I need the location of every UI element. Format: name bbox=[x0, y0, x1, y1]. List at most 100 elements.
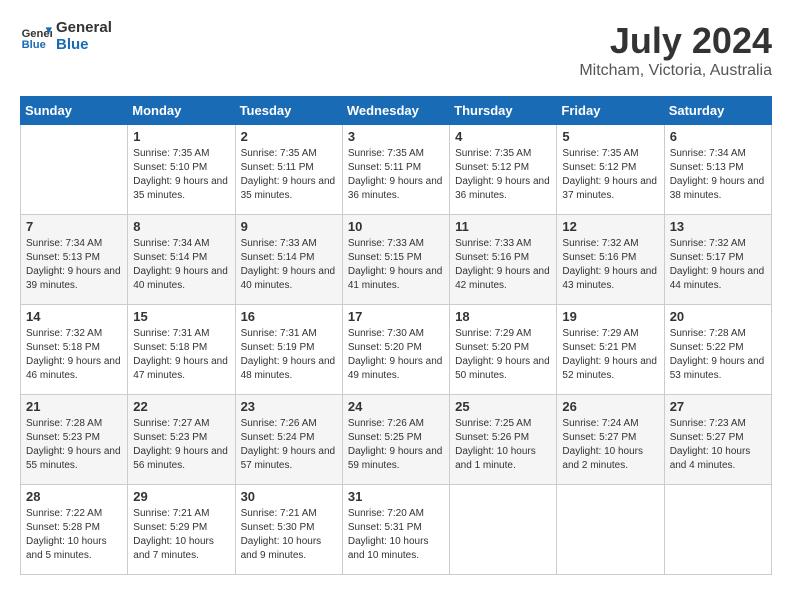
cell-info: Sunrise: 7:32 AMSunset: 5:17 PMDaylight:… bbox=[670, 237, 766, 293]
col-tuesday: Tuesday bbox=[235, 97, 342, 125]
cell-w1-d2: 1 Sunrise: 7:35 AMSunset: 5:10 PMDaylight… bbox=[128, 125, 235, 215]
day-number: 27 bbox=[670, 399, 766, 414]
day-number: 25 bbox=[455, 399, 551, 414]
cell-w5-d4: 31Sunrise: 7:20 AMSunset: 5:31 PMDayligh… bbox=[342, 485, 449, 575]
cell-w1-d7: 6 Sunrise: 7:34 AMSunset: 5:13 PMDaylight… bbox=[664, 125, 771, 215]
cell-w3-d5: 18Sunrise: 7:29 AMSunset: 5:20 PMDayligh… bbox=[450, 305, 557, 395]
day-number: 15 bbox=[133, 309, 229, 324]
logo: General Blue General Blue bbox=[20, 20, 112, 53]
day-number: 4 bbox=[455, 129, 551, 144]
title-area: July 2024 Mitcham, Victoria, Australia bbox=[579, 20, 772, 80]
header-row: Sunday Monday Tuesday Wednesday Thursday… bbox=[21, 97, 772, 125]
cell-info: Sunrise: 7:27 AMSunset: 5:23 PMDaylight:… bbox=[133, 417, 229, 473]
cell-w5-d2: 29 Sunrise: 7:21 AMSunset: 5:29 PMDayligh… bbox=[128, 485, 235, 575]
cell-info: Sunrise: 7:23 AMSunset: 5:27 PMDaylight:… bbox=[670, 417, 766, 473]
day-number: 1 bbox=[133, 129, 229, 144]
cell-w4-d2: 22 Sunrise: 7:27 AMSunset: 5:23 PMDayligh… bbox=[128, 395, 235, 485]
cell-w1-d1 bbox=[21, 125, 128, 215]
week-row-1: 1 Sunrise: 7:35 AMSunset: 5:10 PMDaylight… bbox=[21, 125, 772, 215]
cell-info: Sunrise: 7:29 AMSunset: 5:21 PMDaylight:… bbox=[562, 327, 658, 383]
day-number: 16 bbox=[241, 309, 337, 324]
cell-w1-d3: 2 Sunrise: 7:35 AMSunset: 5:11 PMDaylight… bbox=[235, 125, 342, 215]
cell-w3-d2: 15Sunrise: 7:31 AMSunset: 5:18 PMDayligh… bbox=[128, 305, 235, 395]
col-sunday: Sunday bbox=[21, 97, 128, 125]
day-number: 11 bbox=[455, 219, 551, 234]
day-number: 30 bbox=[241, 489, 337, 504]
cell-w2-d7: 13 Sunrise: 7:32 AMSunset: 5:17 PMDayligh… bbox=[664, 215, 771, 305]
day-number: 7 bbox=[26, 219, 122, 234]
cell-info: Sunrise: 7:32 AMSunset: 5:18 PMDaylight:… bbox=[26, 327, 122, 383]
col-saturday: Saturday bbox=[664, 97, 771, 125]
day-number: 23 bbox=[241, 399, 337, 414]
day-number: 20 bbox=[670, 309, 766, 324]
col-wednesday: Wednesday bbox=[342, 97, 449, 125]
cell-info: Sunrise: 7:31 AMSunset: 5:19 PMDaylight:… bbox=[241, 327, 337, 383]
week-row-4: 21Sunrise: 7:28 AMSunset: 5:23 PMDayligh… bbox=[21, 395, 772, 485]
cell-w3-d3: 16 Sunrise: 7:31 AMSunset: 5:19 PMDayligh… bbox=[235, 305, 342, 395]
cell-info: Sunrise: 7:25 AMSunset: 5:26 PMDaylight:… bbox=[455, 417, 551, 473]
calendar-table: Sunday Monday Tuesday Wednesday Thursday… bbox=[20, 96, 772, 575]
cell-w1-d4: 3Sunrise: 7:35 AMSunset: 5:11 PMDaylight… bbox=[342, 125, 449, 215]
logo-general: General bbox=[56, 20, 112, 37]
cell-info: Sunrise: 7:34 AMSunset: 5:13 PMDaylight:… bbox=[670, 147, 766, 203]
cell-w3-d1: 14 Sunrise: 7:32 AMSunset: 5:18 PMDayligh… bbox=[21, 305, 128, 395]
col-thursday: Thursday bbox=[450, 97, 557, 125]
cell-w5-d7 bbox=[664, 485, 771, 575]
cell-w2-d4: 10 Sunrise: 7:33 AMSunset: 5:15 PMDayligh… bbox=[342, 215, 449, 305]
day-number: 2 bbox=[241, 129, 337, 144]
cell-info: Sunrise: 7:28 AMSunset: 5:23 PMDaylight:… bbox=[26, 417, 122, 473]
cell-w4-d4: 24Sunrise: 7:26 AMSunset: 5:25 PMDayligh… bbox=[342, 395, 449, 485]
day-number: 17 bbox=[348, 309, 444, 324]
cell-w1-d6: 5Sunrise: 7:35 AMSunset: 5:12 PMDaylight… bbox=[557, 125, 664, 215]
cell-w2-d3: 9 Sunrise: 7:33 AMSunset: 5:14 PMDaylight… bbox=[235, 215, 342, 305]
cell-w3-d6: 19 Sunrise: 7:29 AMSunset: 5:21 PMDayligh… bbox=[557, 305, 664, 395]
cell-info: Sunrise: 7:35 AMSunset: 5:10 PMDaylight:… bbox=[133, 147, 229, 203]
cell-info: Sunrise: 7:35 AMSunset: 5:12 PMDaylight:… bbox=[562, 147, 658, 203]
day-number: 26 bbox=[562, 399, 658, 414]
cell-info: Sunrise: 7:34 AMSunset: 5:14 PMDaylight:… bbox=[133, 237, 229, 293]
cell-info: Sunrise: 7:33 AMSunset: 5:14 PMDaylight:… bbox=[241, 237, 337, 293]
day-number: 3 bbox=[348, 129, 444, 144]
cell-w5-d5 bbox=[450, 485, 557, 575]
day-number: 31 bbox=[348, 489, 444, 504]
cell-w1-d5: 4 Sunrise: 7:35 AMSunset: 5:12 PMDaylight… bbox=[450, 125, 557, 215]
day-number: 8 bbox=[133, 219, 229, 234]
cell-w4-d7: 27 Sunrise: 7:23 AMSunset: 5:27 PMDayligh… bbox=[664, 395, 771, 485]
svg-text:Blue: Blue bbox=[22, 39, 46, 51]
cell-info: Sunrise: 7:35 AMSunset: 5:12 PMDaylight:… bbox=[455, 147, 551, 203]
day-number: 13 bbox=[670, 219, 766, 234]
day-number: 19 bbox=[562, 309, 658, 324]
cell-info: Sunrise: 7:35 AMSunset: 5:11 PMDaylight:… bbox=[241, 147, 337, 203]
cell-info: Sunrise: 7:21 AMSunset: 5:29 PMDaylight:… bbox=[133, 507, 229, 563]
cell-w4-d6: 26 Sunrise: 7:24 AMSunset: 5:27 PMDayligh… bbox=[557, 395, 664, 485]
cell-w2-d5: 11Sunrise: 7:33 AMSunset: 5:16 PMDayligh… bbox=[450, 215, 557, 305]
month-year: July 2024 bbox=[579, 20, 772, 62]
cell-info: Sunrise: 7:29 AMSunset: 5:20 PMDaylight:… bbox=[455, 327, 551, 383]
week-row-5: 28Sunrise: 7:22 AMSunset: 5:28 PMDayligh… bbox=[21, 485, 772, 575]
cell-info: Sunrise: 7:30 AMSunset: 5:20 PMDaylight:… bbox=[348, 327, 444, 383]
day-number: 10 bbox=[348, 219, 444, 234]
day-number: 9 bbox=[241, 219, 337, 234]
cell-w4-d1: 21Sunrise: 7:28 AMSunset: 5:23 PMDayligh… bbox=[21, 395, 128, 485]
day-number: 12 bbox=[562, 219, 658, 234]
cell-w4-d5: 25 Sunrise: 7:25 AMSunset: 5:26 PMDayligh… bbox=[450, 395, 557, 485]
week-row-3: 14 Sunrise: 7:32 AMSunset: 5:18 PMDayligh… bbox=[21, 305, 772, 395]
cell-info: Sunrise: 7:22 AMSunset: 5:28 PMDaylight:… bbox=[26, 507, 122, 563]
logo-blue: Blue bbox=[56, 37, 112, 54]
cell-w3-d7: 20 Sunrise: 7:28 AMSunset: 5:22 PMDayligh… bbox=[664, 305, 771, 395]
day-number: 24 bbox=[348, 399, 444, 414]
day-number: 29 bbox=[133, 489, 229, 504]
day-number: 6 bbox=[670, 129, 766, 144]
day-number: 22 bbox=[133, 399, 229, 414]
cell-w2-d2: 8 Sunrise: 7:34 AMSunset: 5:14 PMDaylight… bbox=[128, 215, 235, 305]
cell-info: Sunrise: 7:34 AMSunset: 5:13 PMDaylight:… bbox=[26, 237, 122, 293]
logo-icon: General Blue bbox=[20, 21, 52, 53]
cell-w5-d6 bbox=[557, 485, 664, 575]
col-friday: Friday bbox=[557, 97, 664, 125]
cell-info: Sunrise: 7:33 AMSunset: 5:15 PMDaylight:… bbox=[348, 237, 444, 293]
day-number: 14 bbox=[26, 309, 122, 324]
cell-info: Sunrise: 7:28 AMSunset: 5:22 PMDaylight:… bbox=[670, 327, 766, 383]
cell-w2-d1: 7 Sunrise: 7:34 AMSunset: 5:13 PMDaylight… bbox=[21, 215, 128, 305]
cell-info: Sunrise: 7:24 AMSunset: 5:27 PMDaylight:… bbox=[562, 417, 658, 473]
cell-info: Sunrise: 7:26 AMSunset: 5:24 PMDaylight:… bbox=[241, 417, 337, 473]
